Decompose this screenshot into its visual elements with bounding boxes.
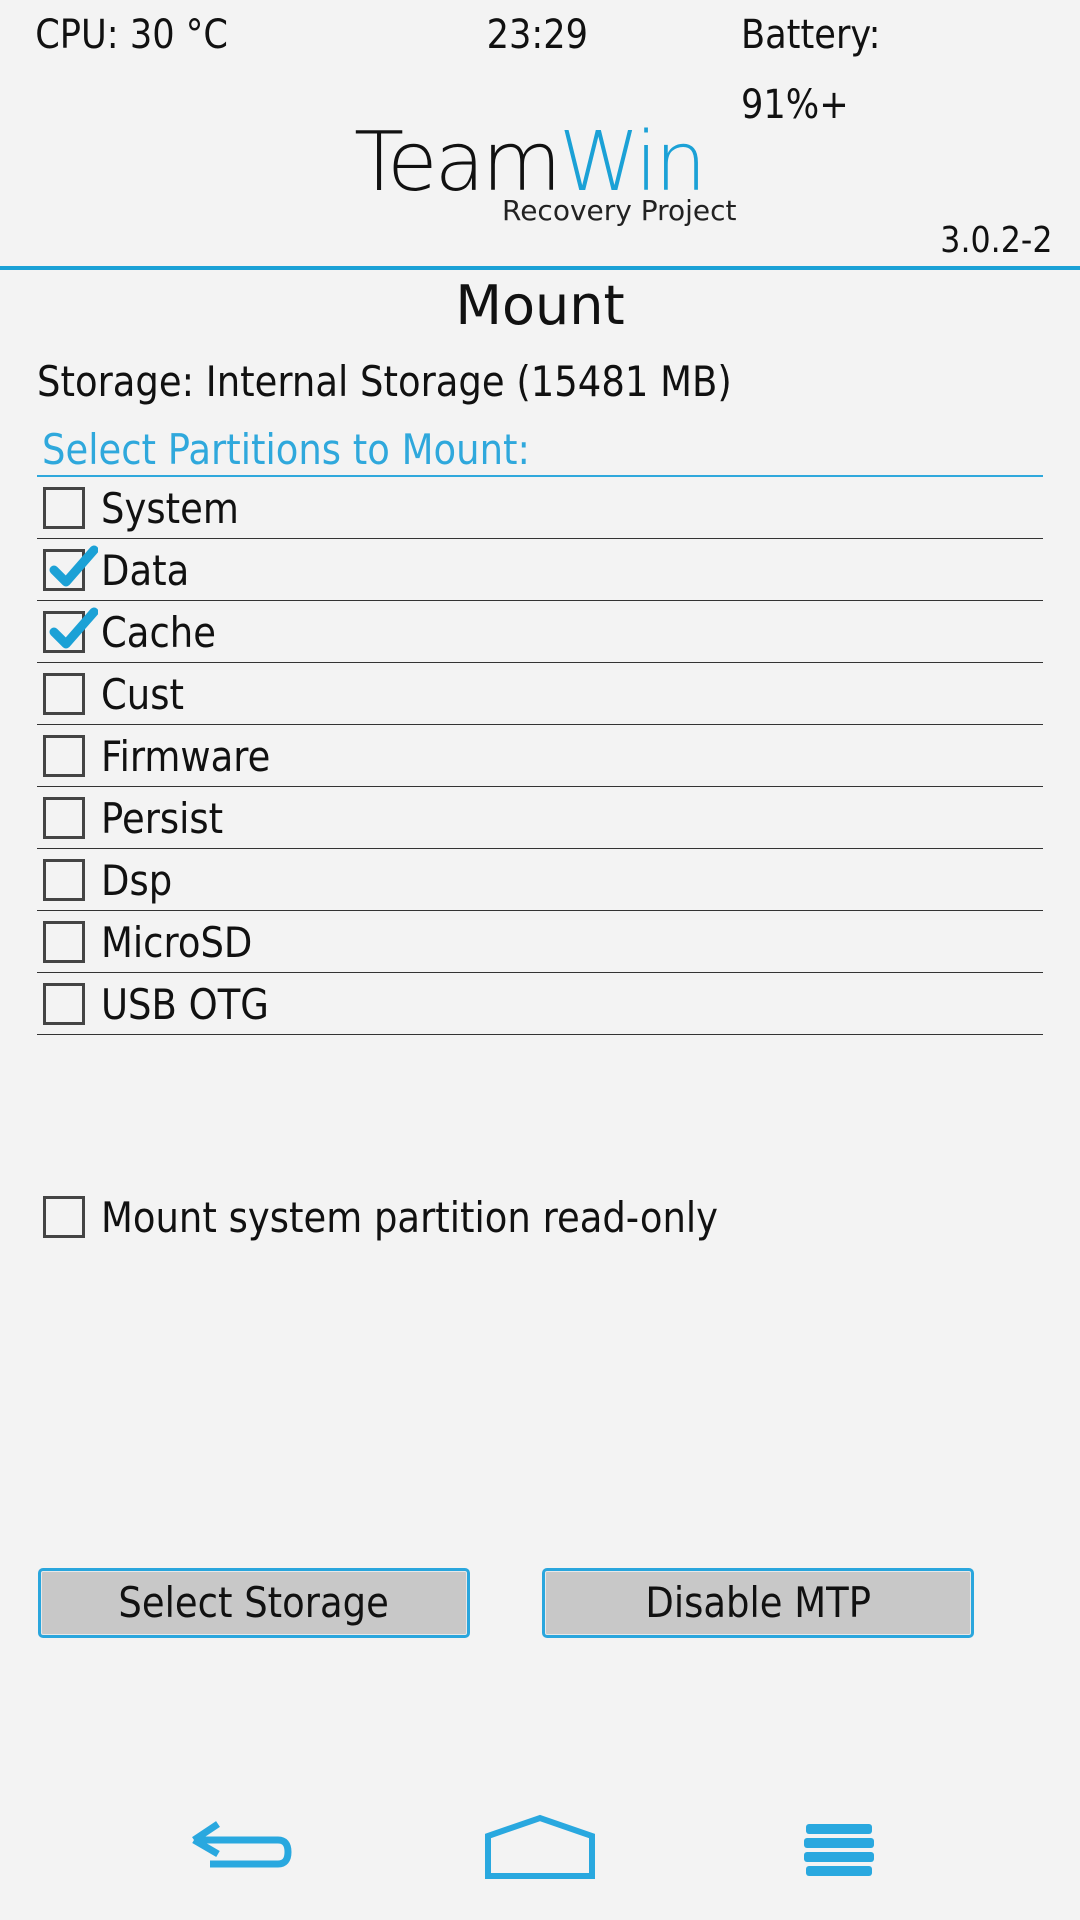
select-storage-label: Select Storage <box>118 1578 390 1627</box>
partition-checkbox[interactable] <box>43 797 85 839</box>
partition-label: Cache <box>101 608 216 657</box>
back-button[interactable] <box>180 1810 300 1890</box>
navigation-bar <box>0 1810 1080 1920</box>
battery-status: Battery: 91%+ <box>740 12 881 128</box>
partition-row-persist[interactable]: Persist <box>37 787 1043 849</box>
partition-list: System Data Cache Cust Firmware Persist Dsp Mic… <box>37 477 1043 1035</box>
disable-mtp-button[interactable]: Disable MTP <box>542 1568 974 1638</box>
page-title: Mount <box>455 274 625 337</box>
home-icon <box>485 1814 595 1879</box>
partition-row-usb-otg[interactable]: USB OTG <box>37 973 1043 1035</box>
section-header: Select Partitions to Mount: <box>42 425 530 474</box>
disable-mtp-label: Disable MTP <box>645 1578 871 1627</box>
teamwin-logo: TeamWin Recovery Project <box>354 118 737 228</box>
partition-checkbox[interactable] <box>43 735 85 777</box>
home-button[interactable] <box>480 1810 600 1890</box>
partition-label: Dsp <box>101 856 173 905</box>
menu-icon <box>804 1824 874 1876</box>
partition-row-microsd[interactable]: MicroSD <box>37 911 1043 973</box>
partition-label: Cust <box>101 670 184 719</box>
partition-row-dsp[interactable]: Dsp <box>37 849 1043 911</box>
partition-checkbox[interactable] <box>43 545 98 591</box>
partition-label: Firmware <box>101 732 271 781</box>
partition-checkbox[interactable] <box>43 921 85 963</box>
partition-label: MicroSD <box>101 918 253 967</box>
menu-button[interactable] <box>780 1810 900 1890</box>
status-bar: CPU: 30 °C 23:29 Battery: 91%+ <box>0 0 950 128</box>
partition-label: System <box>101 484 239 533</box>
readonly-checkbox[interactable] <box>43 1196 85 1238</box>
partition-label: Data <box>101 546 190 595</box>
partition-row-system[interactable]: System <box>37 477 1043 539</box>
back-arrow-icon <box>192 1821 292 1868</box>
partition-row-firmware[interactable]: Firmware <box>37 725 1043 787</box>
partition-checkbox[interactable] <box>43 673 85 715</box>
clock: 23:29 <box>486 12 589 58</box>
logo-subtitle: Recovery Project <box>502 194 737 227</box>
partition-checkbox[interactable] <box>43 983 85 1025</box>
partition-row-cust[interactable]: Cust <box>37 663 1043 725</box>
readonly-label: Mount system partition read-only <box>101 1193 719 1242</box>
partition-checkbox[interactable] <box>43 487 85 529</box>
partition-row-data[interactable]: Data <box>37 539 1043 601</box>
storage-label: Storage: Internal Storage (15481 MB) <box>37 357 732 406</box>
partition-row-cache[interactable]: Cache <box>37 601 1043 663</box>
version-label: 3.0.2-2 <box>939 220 1052 261</box>
select-storage-button[interactable]: Select Storage <box>38 1568 470 1638</box>
cpu-temperature: CPU: 30 °C <box>35 12 228 58</box>
partition-label: USB OTG <box>101 980 269 1029</box>
readonly-option[interactable]: Mount system partition read-only <box>37 1186 937 1246</box>
partition-checkbox[interactable] <box>43 607 98 653</box>
checkmark-icon <box>49 545 98 587</box>
checkmark-icon <box>49 607 98 649</box>
partition-label: Persist <box>101 794 224 843</box>
partition-checkbox[interactable] <box>43 859 85 901</box>
